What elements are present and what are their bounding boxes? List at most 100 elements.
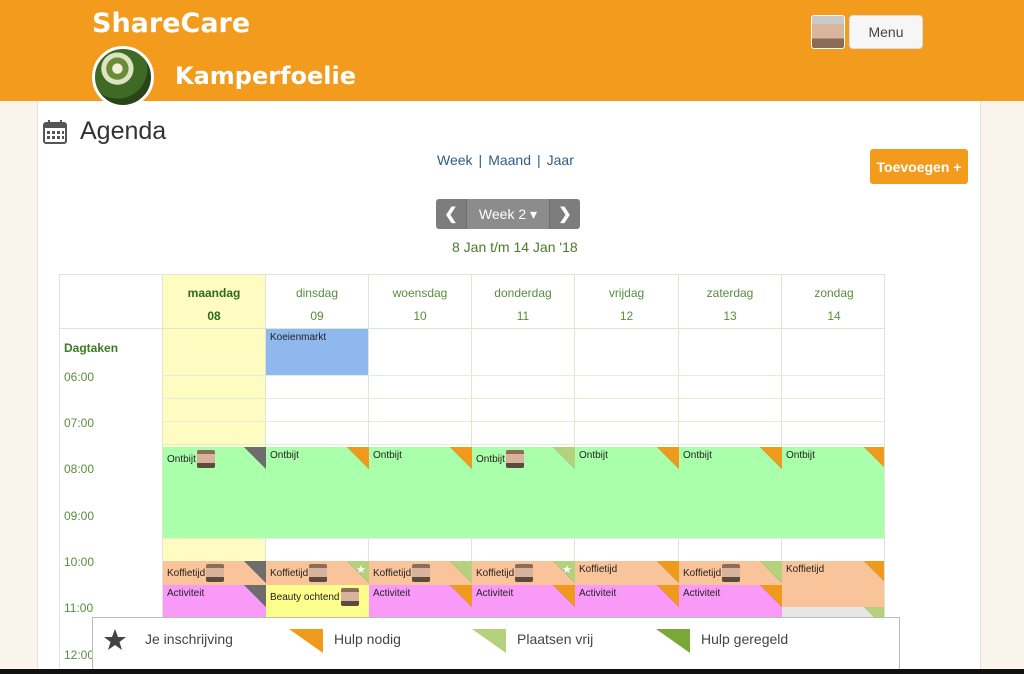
- event-koeienmarkt[interactable]: Koeienmarkt: [266, 329, 368, 375]
- hulp-nodig-icon: [657, 561, 679, 583]
- row-divider: [162, 421, 884, 422]
- top-bar: ShareCare Kamperfoelie Menu: [0, 0, 1024, 101]
- day-header-monday[interactable]: maandag 08: [163, 275, 266, 329]
- avatar: [206, 564, 225, 582]
- day-header-sunday[interactable]: zondag 14: [782, 275, 884, 329]
- view-week-link[interactable]: Week: [437, 152, 473, 168]
- group-name[interactable]: Kamperfoelie: [175, 62, 356, 90]
- group-logo[interactable]: [92, 46, 154, 108]
- hulp-nodig-icon: [347, 447, 369, 469]
- event-ontbijt[interactable]: Ontbijt: [472, 447, 575, 538]
- view-separator: |: [537, 152, 541, 168]
- event-koffietijd[interactable]: Koffietijd: [782, 561, 884, 607]
- next-week-button[interactable]: ❯: [550, 199, 580, 229]
- avatar: [515, 564, 534, 582]
- time-label: 09:00: [64, 509, 95, 523]
- day-name: zaterdag: [706, 286, 754, 300]
- event-label: Beauty ochtend: [270, 591, 340, 603]
- day-name: dinsdag: [295, 286, 339, 300]
- row-divider: [162, 538, 884, 539]
- calendar-grid: maandag 08 dinsdag 09 woensdag 10 donderdag…: [59, 274, 885, 674]
- event-koffietijd[interactable]: Koffietijd: [575, 561, 679, 585]
- status-corner-icon: [244, 561, 266, 583]
- event-koffietijd[interactable]: Koffietijd: [163, 561, 266, 585]
- event-label: Ontbijt: [270, 450, 299, 461]
- row-divider: [162, 375, 884, 376]
- hulp-nodig-icon: [864, 561, 884, 583]
- event-koffietijd[interactable]: Koffietijd: [369, 561, 472, 585]
- event-ontbijt[interactable]: Ontbijt: [782, 447, 884, 538]
- day-header-wednesday[interactable]: woensdag 10: [369, 275, 472, 329]
- hulp-nodig-icon: [760, 447, 782, 469]
- prev-week-button[interactable]: ❮: [436, 199, 466, 229]
- view-switcher: Week | Maand | Jaar: [437, 152, 574, 168]
- week-select[interactable]: Week 2 ▾: [466, 199, 550, 229]
- event-label: Activiteit: [683, 588, 721, 599]
- event-koffietijd[interactable]: Koffietijd: [679, 561, 782, 585]
- hulp-geregeld-icon: [656, 629, 690, 653]
- day-name: maandag: [187, 286, 241, 300]
- status-corner-icon: [244, 447, 266, 469]
- avatar: [340, 588, 359, 606]
- plaatsen-vrij-icon: [760, 561, 782, 583]
- day-header-friday[interactable]: vrijdag 12: [575, 275, 679, 329]
- event-ontbijt[interactable]: Ontbijt: [575, 447, 679, 538]
- legend-label: Plaatsen vrij: [517, 631, 594, 647]
- event-label: Activiteit: [579, 588, 617, 599]
- event-label: Activiteit: [373, 588, 411, 599]
- view-separator: |: [478, 152, 483, 168]
- menu-button[interactable]: Menu: [849, 15, 923, 49]
- event-koffietijd[interactable]: Koffietijd ★: [266, 561, 369, 585]
- event-ontbijt[interactable]: Ontbijt: [266, 447, 369, 538]
- avatar: [412, 564, 431, 582]
- event-koffietijd[interactable]: Koffietijd ★: [472, 561, 575, 585]
- event-label: Koeienmarkt: [270, 332, 327, 343]
- plaatsen-vrij-icon: [450, 561, 472, 583]
- event-ontbijt[interactable]: Ontbijt: [163, 447, 266, 538]
- legend: Je inschrijving Hulp nodig Plaatsen vrij…: [92, 617, 900, 674]
- event-activiteit[interactable]: Activiteit: [369, 585, 472, 621]
- event-label: Ontbijt: [579, 450, 608, 461]
- legend-label: Je inschrijving: [145, 631, 233, 647]
- event-label: Koffietijd: [683, 567, 722, 579]
- bottom-edge: [0, 669, 1024, 674]
- day-name: donderdag: [494, 286, 552, 300]
- app-name[interactable]: ShareCare: [92, 8, 250, 39]
- header-corner: [60, 275, 163, 329]
- dagtaken-label: Dagtaken: [64, 341, 119, 355]
- plaatsen-vrij-icon: [553, 447, 575, 469]
- add-button[interactable]: Toevoegen +: [870, 149, 968, 184]
- event-label: Koffietijd: [786, 564, 825, 575]
- day-header-saturday[interactable]: zaterdag 13: [679, 275, 782, 329]
- event-ontbijt[interactable]: Ontbijt: [369, 447, 472, 538]
- day-date: 08: [207, 309, 221, 323]
- event-label: Ontbijt: [683, 450, 712, 461]
- event-label: Koffietijd: [270, 567, 309, 579]
- event-beauty-ochtend[interactable]: Beauty ochtend: [266, 585, 369, 621]
- event-activiteit[interactable]: Activiteit: [472, 585, 575, 621]
- event-activiteit[interactable]: Activiteit: [163, 585, 266, 621]
- event-label: Koffietijd: [373, 567, 412, 579]
- view-month-link[interactable]: Maand: [488, 152, 531, 168]
- event-label: Ontbijt: [167, 453, 196, 465]
- hulp-nodig-icon: [450, 447, 472, 469]
- view-year-link[interactable]: Jaar: [547, 152, 574, 168]
- day-name: zondag: [814, 286, 854, 300]
- day-header-thursday[interactable]: donderdag 11: [472, 275, 575, 329]
- event-activiteit[interactable]: Activiteit: [575, 585, 679, 621]
- week-navigator: ❮ Week 2 ▾ ❯: [436, 199, 580, 229]
- day-date: 13: [723, 309, 737, 323]
- time-label: 11:00: [64, 601, 94, 615]
- event-label: Ontbijt: [476, 453, 505, 465]
- star-icon: ★: [562, 564, 572, 576]
- user-avatar[interactable]: [811, 15, 845, 49]
- legend-label: Hulp nodig: [334, 631, 401, 647]
- avatar: [722, 564, 741, 582]
- event-activiteit[interactable]: Activiteit: [679, 585, 782, 621]
- time-label: 07:00: [64, 416, 95, 430]
- hulp-nodig-icon: [553, 585, 575, 607]
- hulp-nodig-icon: [864, 447, 884, 469]
- event-ontbijt[interactable]: Ontbijt: [679, 447, 782, 538]
- day-header-tuesday[interactable]: dinsdag 09: [266, 275, 369, 329]
- event-label: Activiteit: [476, 588, 514, 599]
